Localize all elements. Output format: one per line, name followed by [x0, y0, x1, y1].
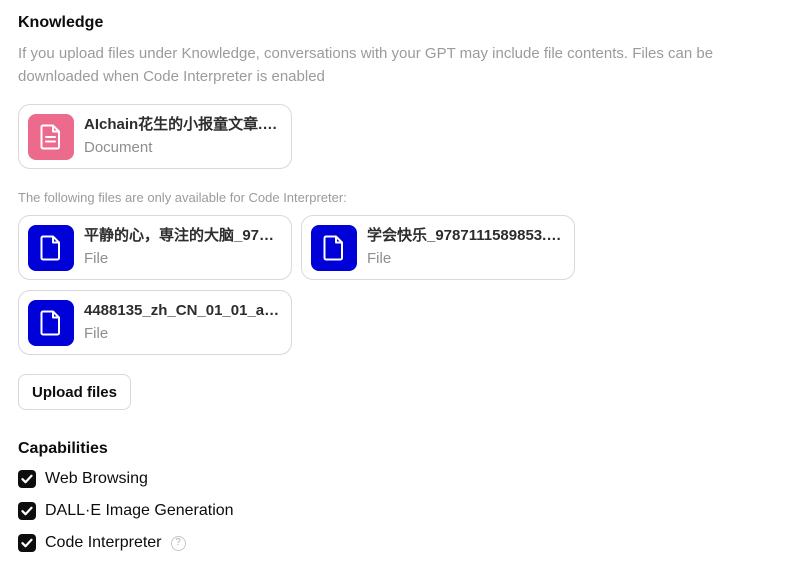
capability-web-browsing[interactable]: Web Browsing — [18, 470, 148, 488]
capability-code-interpreter[interactable]: Code Interpreter ? — [18, 534, 186, 552]
file-type: File — [367, 249, 392, 267]
file-icon — [28, 299, 74, 346]
file-name: AIchain花生的小报童文章.pdf — [84, 115, 280, 133]
capabilities-title: Capabilities — [18, 440, 108, 457]
code-interpreter-note: The following files are only available f… — [18, 190, 347, 205]
capability-label: DALL·E Image Generation — [45, 502, 234, 519]
file-name: 4488135_zh_CN_01_01_audio.mp3 — [84, 301, 280, 319]
file-card[interactable]: 平静的心，専注的大脑_9787111589853.epub File — [18, 215, 292, 280]
capability-dalle[interactable]: DALL·E Image Generation — [18, 502, 234, 520]
capability-label: Code Interpreter — [45, 534, 162, 551]
file-card-document[interactable]: AIchain花生的小报童文章.pdf Document — [18, 104, 292, 169]
file-card[interactable]: 学会快乐_9787111589853.epub File — [301, 215, 575, 280]
checkbox-checked-icon[interactable] — [18, 502, 36, 520]
file-name: 平静的心，専注的大脑_9787111589853.epub — [84, 226, 280, 244]
help-icon[interactable]: ? — [170, 535, 186, 551]
file-type: Document — [84, 138, 153, 156]
file-icon — [28, 224, 74, 271]
file-icon — [311, 224, 357, 271]
document-icon — [28, 113, 74, 160]
knowledge-description: If you upload files under Knowledge, con… — [18, 45, 714, 85]
file-type: File — [84, 249, 109, 267]
capability-label: Web Browsing — [45, 470, 148, 487]
checkbox-checked-icon[interactable] — [18, 534, 36, 552]
file-name: 学会快乐_9787111589853.epub — [367, 226, 563, 244]
knowledge-title: Knowledge — [18, 14, 104, 31]
upload-files-button[interactable]: Upload files — [18, 374, 131, 410]
file-card[interactable]: 4488135_zh_CN_01_01_audio.mp3 File — [18, 290, 292, 355]
file-type: File — [84, 324, 109, 342]
checkbox-checked-icon[interactable] — [18, 470, 36, 488]
